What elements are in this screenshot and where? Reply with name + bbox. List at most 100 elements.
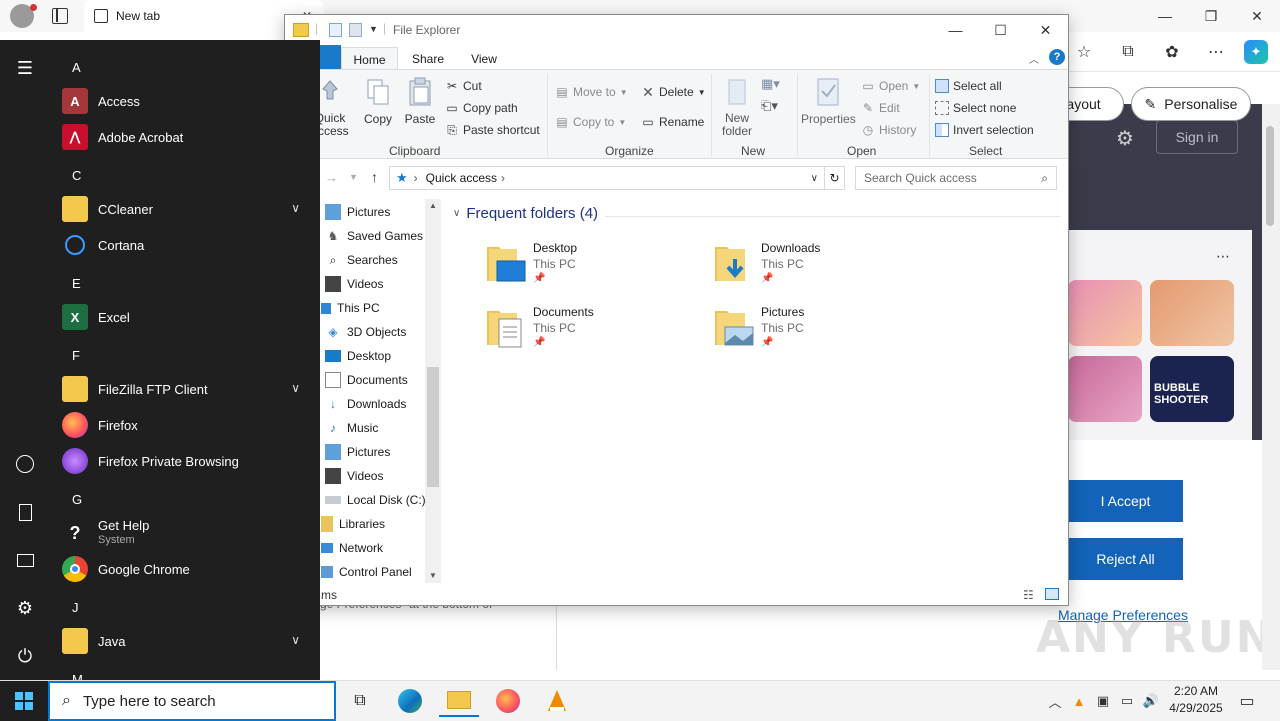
properties-qat-icon[interactable] bbox=[329, 23, 342, 37]
nav-item-network[interactable]: Network bbox=[321, 537, 383, 559]
address-dropdown-icon[interactable]: ∨ bbox=[811, 173, 818, 184]
delete-button[interactable]: ✕ Delete ▼ bbox=[641, 82, 705, 102]
letter-header-f[interactable]: F bbox=[72, 348, 80, 363]
game-tile-3[interactable] bbox=[1068, 356, 1142, 422]
game-tile-1[interactable] bbox=[1068, 280, 1142, 346]
frequent-folders-header[interactable]: ∨ Frequent folders (4) bbox=[453, 205, 598, 222]
nav-item-videos-pc[interactable]: Videos bbox=[325, 465, 383, 487]
edge-taskbar-icon[interactable] bbox=[390, 685, 430, 717]
edit-button[interactable]: ✎ Edit bbox=[861, 98, 900, 118]
copy-button[interactable]: Copy bbox=[361, 76, 395, 126]
page-scrollbar[interactable] bbox=[1262, 104, 1280, 670]
extensions-icon[interactable]: ✿ bbox=[1160, 40, 1184, 64]
address-bar[interactable]: ★ › Quick access › ∨ bbox=[389, 166, 825, 190]
easy-access-icon[interactable]: ⎗▾ bbox=[761, 98, 778, 114]
letter-header-c[interactable]: C bbox=[72, 168, 81, 183]
game-tile-2[interactable] bbox=[1150, 280, 1234, 346]
letter-header-g[interactable]: G bbox=[72, 492, 82, 507]
history-button[interactable]: ◷ History bbox=[861, 120, 917, 140]
device-tray-icon[interactable]: ▣ bbox=[1094, 691, 1112, 711]
nav-item-this-pc[interactable]: This PC bbox=[321, 297, 380, 319]
nav-item-downloads[interactable]: ↓ Downloads bbox=[325, 393, 406, 415]
letter-header-a[interactable]: A bbox=[72, 60, 81, 75]
nav-item-local-disk[interactable]: Local Disk (C:) bbox=[325, 489, 426, 511]
power-icon[interactable]: ⏻ bbox=[13, 644, 37, 668]
collapse-ribbon-icon[interactable]: ︿ bbox=[1029, 51, 1039, 66]
new-folder-button[interactable]: New folder bbox=[717, 76, 757, 138]
new-item-icon[interactable]: ▦▾ bbox=[761, 76, 780, 92]
explorer-title-bar[interactable]: | ▼ | File Explorer — ☐ ✕ bbox=[285, 15, 1068, 45]
letter-header-m[interactable]: M bbox=[72, 672, 83, 680]
nav-item-saved-games[interactable]: ♞ Saved Games bbox=[325, 225, 423, 247]
scroll-down-icon[interactable]: ▼ bbox=[429, 571, 437, 580]
folder-documents[interactable]: Documents This PC 📌 bbox=[485, 303, 705, 363]
select-none-button[interactable]: Select none bbox=[935, 98, 1016, 118]
explorer-maximize-button[interactable]: ☐ bbox=[978, 15, 1023, 45]
folder-downloads[interactable]: Downloads This PC 📌 bbox=[713, 239, 933, 299]
tab-share[interactable]: Share bbox=[403, 47, 453, 71]
tab-view[interactable]: View bbox=[459, 47, 509, 71]
copy-to-button[interactable]: ▤ Copy to ▼ bbox=[555, 112, 626, 132]
tab-actions-icon[interactable] bbox=[52, 8, 68, 24]
pictures-icon[interactable] bbox=[13, 548, 37, 572]
nav-item-pictures[interactable]: Pictures bbox=[325, 201, 390, 223]
close-window-button[interactable]: ✕ bbox=[1234, 0, 1280, 32]
vlc-tray-icon[interactable]: ▲ bbox=[1070, 691, 1088, 711]
vlc-taskbar-icon[interactable] bbox=[537, 685, 577, 717]
explorer-minimize-button[interactable]: — bbox=[933, 15, 978, 45]
move-to-button[interactable]: ▤ Move to ▼ bbox=[555, 82, 627, 102]
scrollbar-thumb[interactable] bbox=[1266, 126, 1274, 226]
paste-button[interactable]: Paste bbox=[403, 76, 437, 126]
game-tile-bubble-shooter[interactable]: BUBBLE SHOOTER bbox=[1150, 356, 1234, 422]
firefox-taskbar-icon[interactable] bbox=[488, 685, 528, 717]
nav-item-desktop[interactable]: Desktop bbox=[325, 345, 391, 367]
minimize-button[interactable]: — bbox=[1142, 0, 1188, 32]
open-button[interactable]: ▭ Open ▼ bbox=[861, 76, 920, 96]
folder-pictures[interactable]: Pictures This PC 📌 bbox=[713, 303, 933, 363]
folder-desktop[interactable]: Desktop This PC 📌 bbox=[485, 239, 705, 299]
collections-icon[interactable]: ⧉ bbox=[1116, 40, 1140, 64]
properties-button[interactable]: Properties bbox=[801, 76, 856, 126]
tab-home[interactable]: Home bbox=[341, 47, 398, 71]
letter-header-e[interactable]: E bbox=[72, 276, 81, 291]
personalise-button[interactable]: ✎ Personalise bbox=[1131, 87, 1251, 121]
task-view-icon[interactable]: ⧉ bbox=[340, 685, 380, 717]
file-explorer-taskbar-icon[interactable] bbox=[439, 685, 479, 717]
app-excel[interactable]: X Excel bbox=[62, 299, 310, 335]
nav-item-searches[interactable]: ⌕ Searches bbox=[325, 249, 398, 271]
app-cortana[interactable]: Cortana bbox=[62, 227, 310, 263]
more-options-icon[interactable]: ⋯ bbox=[1204, 40, 1228, 64]
app-java-folder[interactable]: Java ∨ bbox=[62, 623, 310, 659]
nav-scroll-thumb[interactable] bbox=[427, 367, 439, 487]
app-firefox[interactable]: Firefox bbox=[62, 407, 310, 443]
help-icon[interactable]: ? bbox=[1049, 49, 1065, 65]
nav-item-music[interactable]: ♪ Music bbox=[325, 417, 378, 439]
notifications-icon[interactable]: ▭ bbox=[1238, 691, 1256, 711]
details-view-icon[interactable]: ☷ bbox=[1023, 588, 1034, 602]
documents-icon[interactable] bbox=[13, 500, 37, 524]
taskbar-search-input[interactable]: ⌕ Type here to search bbox=[48, 681, 336, 721]
select-all-button[interactable]: Select all bbox=[935, 76, 1002, 96]
large-icons-view-icon[interactable] bbox=[1045, 588, 1059, 600]
nav-item-3d-objects[interactable]: ◈ 3D Objects bbox=[325, 321, 406, 343]
recent-dropdown-icon[interactable]: ▼ bbox=[349, 172, 358, 182]
user-account-icon[interactable] bbox=[13, 452, 37, 476]
start-button[interactable] bbox=[0, 681, 48, 721]
up-arrow-icon[interactable]: ↑ bbox=[371, 169, 378, 185]
profile-avatar[interactable] bbox=[10, 4, 37, 28]
app-google-chrome[interactable]: Google Chrome bbox=[62, 551, 310, 587]
volume-icon[interactable]: 🔊 bbox=[1142, 691, 1160, 711]
letter-header-j[interactable]: J bbox=[72, 600, 79, 615]
qat-dropdown-icon[interactable]: ▼ bbox=[369, 24, 378, 34]
nav-item-control-panel[interactable]: Control Panel bbox=[321, 561, 412, 583]
forward-arrow-icon[interactable]: → bbox=[325, 170, 338, 185]
nav-item-videos[interactable]: Videos bbox=[325, 273, 383, 295]
app-get-help[interactable]: ? Get Help System bbox=[62, 515, 310, 551]
more-icon[interactable]: ⋯ bbox=[1216, 248, 1230, 265]
app-access[interactable]: A Access bbox=[62, 83, 310, 119]
favorite-star-icon[interactable]: ☆ bbox=[1072, 40, 1096, 64]
app-adobe-acrobat[interactable]: ⋀ Adobe Acrobat bbox=[62, 119, 310, 155]
new-folder-qat-icon[interactable] bbox=[349, 23, 362, 37]
taskbar-clock[interactable]: 2:20 AM 4/29/2025 bbox=[1164, 683, 1228, 717]
copy-path-button[interactable]: ▭ Copy path bbox=[445, 98, 517, 118]
